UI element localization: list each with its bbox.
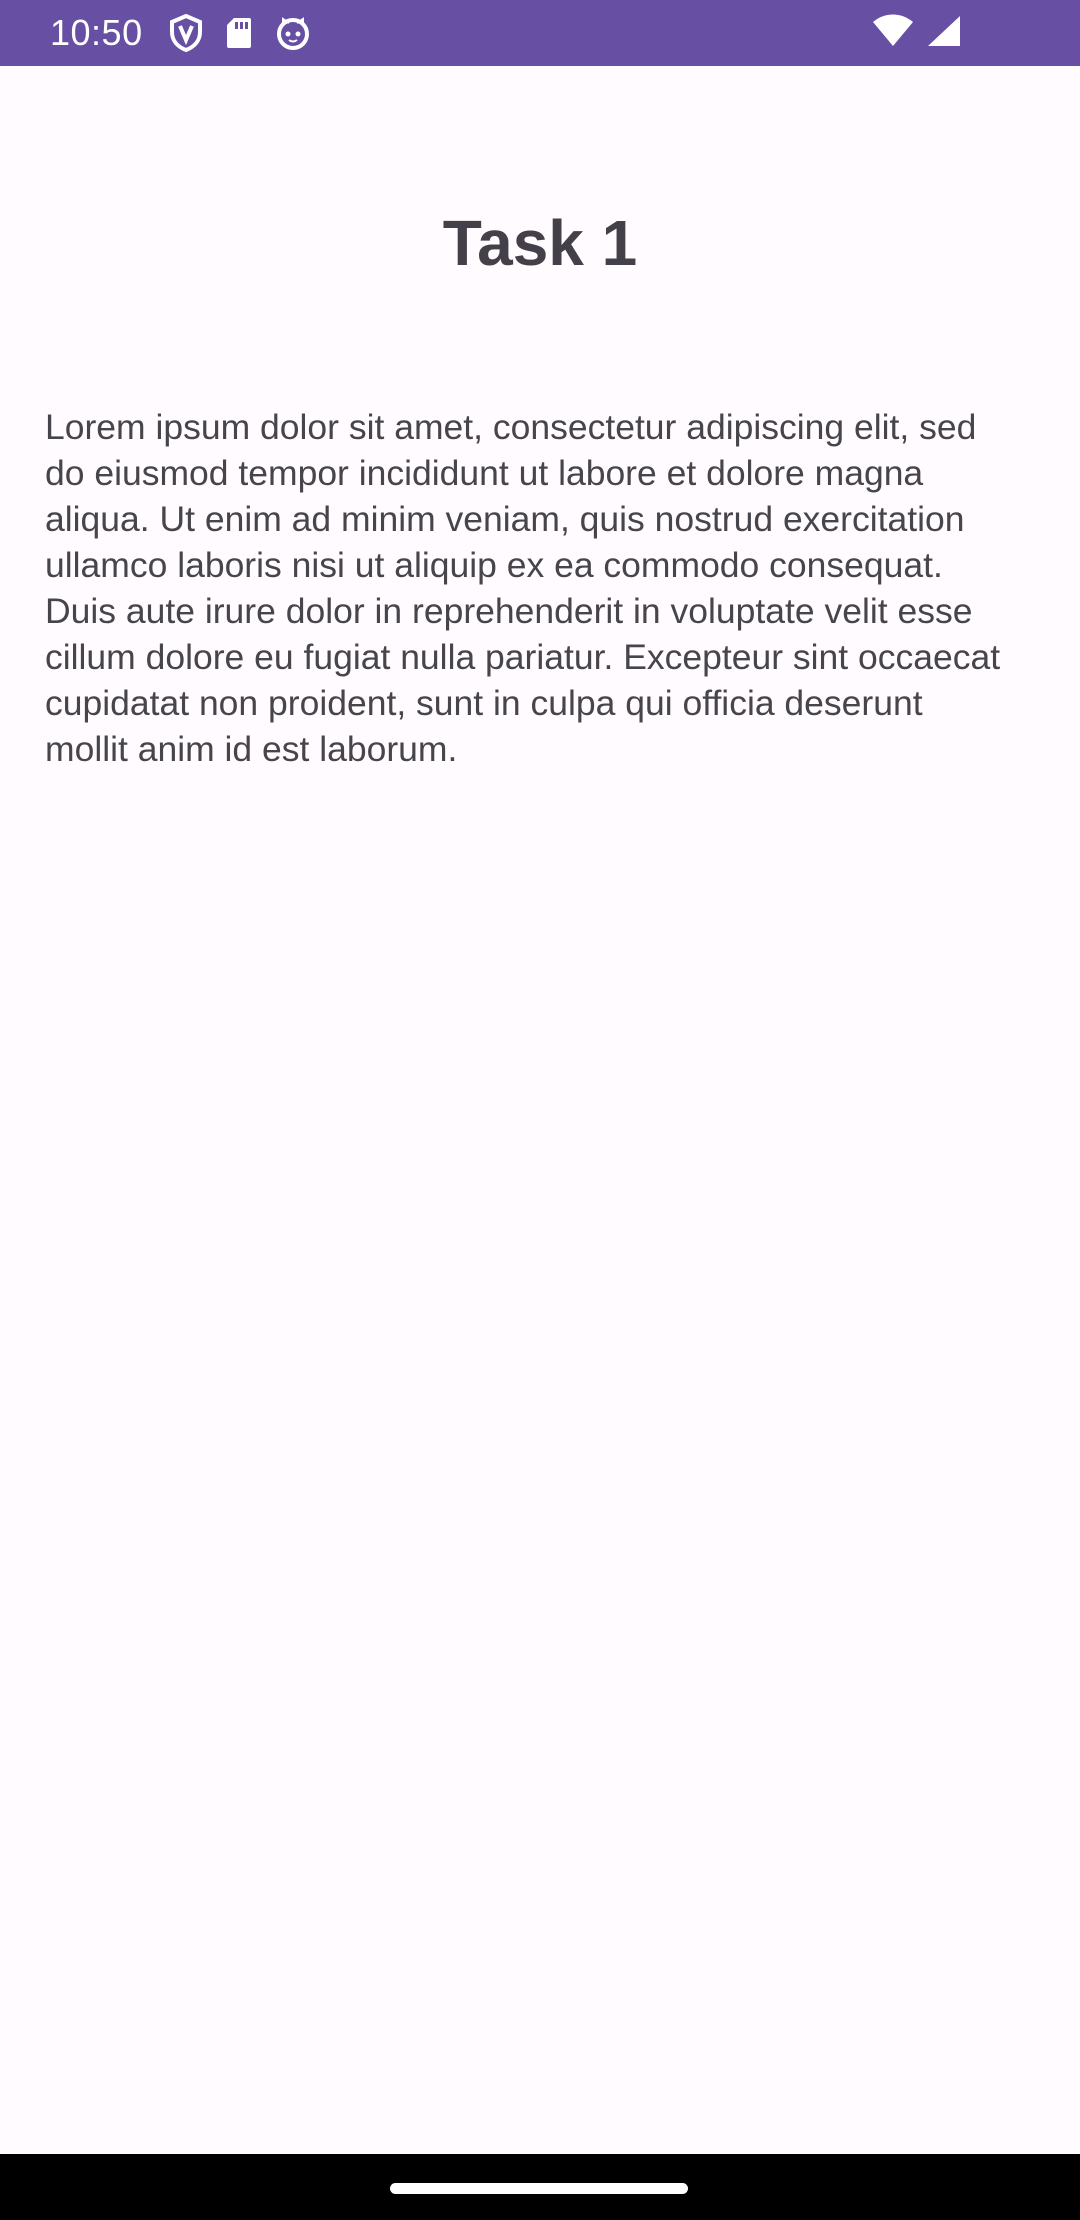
shield-icon — [169, 14, 203, 52]
task-detail-screen: Task 1 Lorem ipsum dolor sit amet, conse… — [0, 66, 1080, 2154]
status-icons-right — [872, 14, 962, 48]
home-handle-icon[interactable] — [390, 2183, 688, 2194]
status-bar: 10:50 — [0, 0, 1080, 66]
page-title: Task 1 — [442, 207, 638, 279]
sd-card-icon — [225, 16, 253, 50]
status-time: 10:50 — [50, 12, 143, 53]
status-icons-left — [169, 14, 311, 52]
cat-face-icon — [275, 15, 311, 51]
wifi-icon — [872, 14, 914, 48]
task-description: Lorem ipsum dolor sit amet, consectetur … — [45, 407, 1001, 769]
navigation-bar — [0, 2154, 1080, 2220]
cellular-signal-icon — [926, 14, 962, 48]
